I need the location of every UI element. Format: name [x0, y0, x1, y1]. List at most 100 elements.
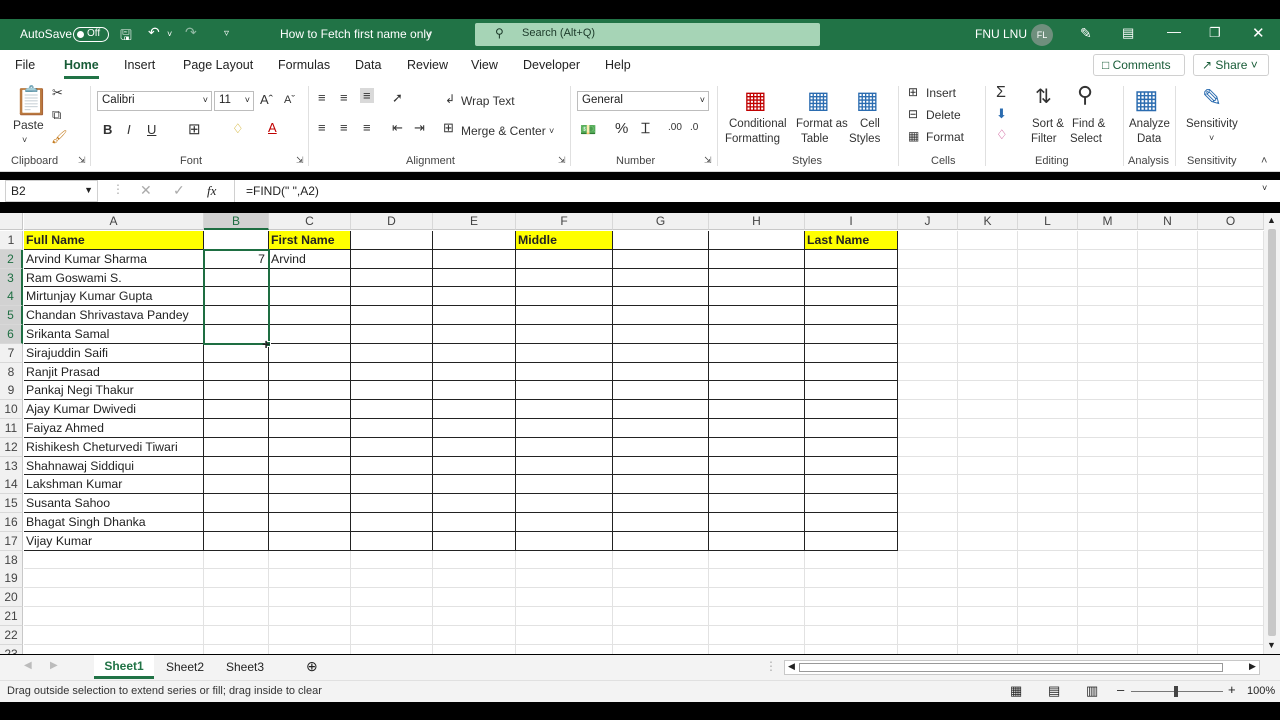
cell-c9[interactable]	[269, 381, 351, 401]
column-header-k[interactable]: K	[958, 213, 1018, 230]
find-select-label1[interactable]: Find &	[1072, 118, 1105, 130]
cell-b17[interactable]	[204, 531, 269, 551]
cell-c2[interactable]: Arvind	[269, 249, 351, 269]
row-header-16[interactable]: 16	[0, 513, 23, 532]
decrease-font-icon[interactable]: Aˇ	[284, 94, 295, 106]
cell-l20[interactable]	[1018, 588, 1078, 607]
cell-h4[interactable]	[709, 287, 805, 307]
cell-i2[interactable]	[805, 249, 898, 269]
cell-c18[interactable]	[269, 550, 351, 570]
cell-b5[interactable]	[204, 306, 269, 325]
cell-j1[interactable]	[898, 231, 958, 250]
cell-c1[interactable]: First Name	[269, 231, 351, 250]
user-name[interactable]: FNU LNU	[975, 27, 1027, 41]
cell-o12[interactable]	[1198, 437, 1264, 457]
cell-d8[interactable]	[351, 362, 433, 382]
row-header-12[interactable]: 12	[0, 437, 23, 457]
cell-f3[interactable]	[516, 268, 613, 288]
format-painter-icon[interactable]: 🖌	[51, 129, 68, 145]
cell-e20[interactable]	[433, 588, 516, 607]
cell-k6[interactable]	[958, 325, 1018, 344]
cell-m2[interactable]	[1078, 249, 1138, 269]
column-header-f[interactable]: F	[516, 213, 613, 230]
cell-j9[interactable]	[898, 381, 958, 401]
cell-b21[interactable]	[204, 607, 269, 626]
row-header-15[interactable]: 15	[0, 494, 23, 514]
row-header-3[interactable]: 3	[0, 268, 23, 288]
cell-m12[interactable]	[1078, 437, 1138, 457]
cell-o19[interactable]	[1198, 569, 1264, 589]
tab-formulas[interactable]: Formulas	[278, 58, 330, 72]
cell-g11[interactable]	[613, 419, 709, 438]
sort-filter-icon[interactable]: ⇅	[1035, 84, 1052, 109]
cell-m20[interactable]	[1078, 588, 1138, 607]
cell-i19[interactable]	[805, 569, 898, 589]
column-header-h[interactable]: H	[709, 213, 805, 230]
cell-o22[interactable]	[1198, 625, 1264, 645]
increase-decimal-icon[interactable]: .00	[668, 122, 682, 133]
cell-i3[interactable]	[805, 268, 898, 288]
cell-k1[interactable]	[958, 231, 1018, 250]
cell-h7[interactable]	[709, 343, 805, 363]
cell-m18[interactable]	[1078, 550, 1138, 570]
add-sheet-icon[interactable]: ⊕	[306, 658, 318, 675]
align-right-icon[interactable]: ≡	[363, 120, 371, 135]
cell-i1[interactable]: Last Name	[805, 231, 898, 250]
row-header-11[interactable]: 11	[0, 419, 23, 438]
cell-k3[interactable]	[958, 268, 1018, 288]
comments-button[interactable]: □ Comments	[1093, 54, 1185, 76]
cell-c20[interactable]	[269, 588, 351, 607]
cell-d4[interactable]	[351, 287, 433, 307]
cell-m6[interactable]	[1078, 325, 1138, 344]
font-size-select[interactable]: 11 ˅	[214, 91, 254, 111]
cell-d2[interactable]	[351, 249, 433, 269]
cell-j8[interactable]	[898, 362, 958, 382]
row-header-4[interactable]: 4	[0, 287, 23, 307]
cell-i22[interactable]	[805, 625, 898, 645]
cell-l13[interactable]	[1018, 456, 1078, 476]
cell-k22[interactable]	[958, 625, 1018, 645]
cell-e1[interactable]	[433, 231, 516, 250]
cell-f18[interactable]	[516, 550, 613, 570]
cell-j14[interactable]	[898, 475, 958, 495]
cell-styles-icon[interactable]: ▦	[856, 86, 879, 115]
cell-l5[interactable]	[1018, 306, 1078, 325]
cell-m8[interactable]	[1078, 362, 1138, 382]
comma-style-icon[interactable]: ⌶	[641, 120, 650, 137]
cell-o13[interactable]	[1198, 456, 1264, 476]
cell-j7[interactable]	[898, 343, 958, 363]
cell-a5[interactable]: Chandan Shrivastava Pandey	[24, 306, 204, 325]
cell-a17[interactable]: Vijay Kumar	[24, 531, 204, 551]
cell-a20[interactable]	[24, 588, 204, 607]
cell-l11[interactable]	[1018, 419, 1078, 438]
cell-c23[interactable]	[269, 644, 351, 654]
cell-f21[interactable]	[516, 607, 613, 626]
cell-h11[interactable]	[709, 419, 805, 438]
cell-m7[interactable]	[1078, 343, 1138, 363]
cell-c11[interactable]	[269, 419, 351, 438]
cell-d19[interactable]	[351, 569, 433, 589]
cell-f7[interactable]	[516, 343, 613, 363]
cell-j12[interactable]	[898, 437, 958, 457]
cell-i15[interactable]	[805, 494, 898, 513]
cell-e3[interactable]	[433, 268, 516, 288]
cell-j3[interactable]	[898, 268, 958, 288]
merge-dropdown-icon[interactable]: ˅	[549, 126, 554, 136]
column-header-m[interactable]: M	[1078, 213, 1138, 230]
cell-c17[interactable]	[269, 531, 351, 551]
cell-g17[interactable]	[613, 531, 709, 551]
cell-m13[interactable]	[1078, 456, 1138, 476]
paste-icon[interactable]: 📋	[14, 84, 49, 117]
cell-o17[interactable]	[1198, 531, 1264, 551]
cell-n20[interactable]	[1138, 588, 1198, 607]
name-box[interactable]: B2 ▼	[5, 180, 98, 202]
cell-j15[interactable]	[898, 494, 958, 513]
next-sheet-icon[interactable]: ▶	[50, 660, 58, 671]
autosum-icon[interactable]: Σ	[996, 84, 1006, 102]
sensitivity-icon[interactable]: ✎	[1202, 84, 1222, 113]
cell-j18[interactable]	[898, 550, 958, 570]
cell-h19[interactable]	[709, 569, 805, 589]
cell-f20[interactable]	[516, 588, 613, 607]
cell-l15[interactable]	[1018, 494, 1078, 513]
sort-filter-label2[interactable]: Filter	[1031, 133, 1057, 145]
